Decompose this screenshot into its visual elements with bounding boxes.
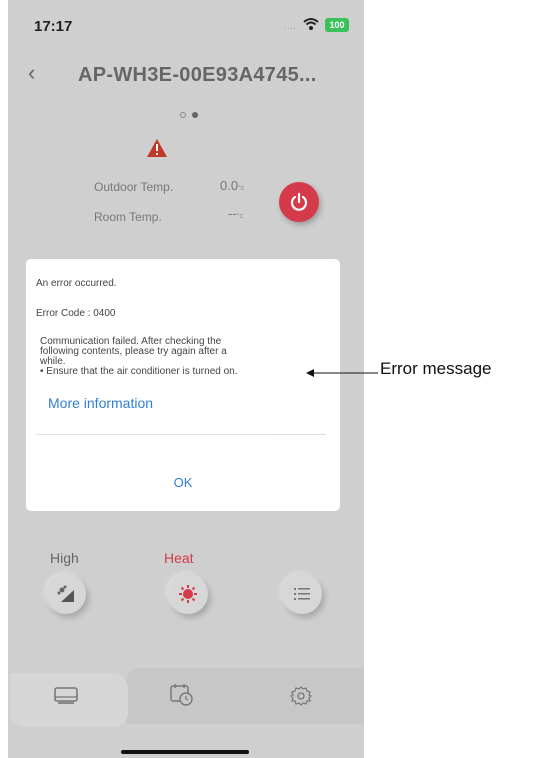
home-indicator[interactable] [121, 750, 249, 754]
signal-indicator: .... [284, 22, 297, 31]
error-code: Error Code : 0400 [36, 308, 116, 319]
page-indicator [180, 110, 210, 122]
status-bar: 17:17 .... 100 [8, 0, 364, 56]
heat-mode-button[interactable] [168, 574, 208, 614]
timer-tab-icon [170, 684, 193, 706]
battery-badge: 100 [325, 18, 349, 32]
outdoor-temp-label: Outdoor Temp. [94, 180, 174, 194]
power-icon [290, 192, 308, 211]
dialog-edge-line [270, 434, 326, 435]
mode-label: Heat [164, 550, 194, 566]
fan-speed-icon [57, 585, 74, 602]
device-title: AP-WH3E-00E93A4745... [78, 64, 317, 86]
outdoor-temp-number: 0.0 [220, 178, 239, 193]
room-temp-value: --°c [228, 206, 243, 221]
pager-dot-2[interactable] [192, 112, 198, 118]
callout-label: Error message [380, 359, 492, 378]
back-icon[interactable]: ‹ [28, 60, 35, 86]
home-tab-icon [54, 687, 78, 704]
wifi-icon [303, 18, 319, 30]
ok-button[interactable]: OK [26, 475, 340, 490]
fan-speed-label: High [50, 550, 79, 566]
room-temp-number: -- [228, 206, 237, 221]
error-message: Communication failed. After checking the… [40, 337, 328, 377]
status-time: 17:17 [34, 18, 73, 35]
error-message-line: • Ensure that the air conditioner is tur… [40, 366, 238, 377]
fan-speed-button[interactable] [46, 574, 86, 614]
heat-mode-icon [179, 585, 197, 603]
room-temp-unit: °c [236, 213, 243, 220]
outdoor-temp-value: 0.0°c [220, 178, 244, 193]
tab-settings[interactable] [276, 674, 326, 718]
dialog-title: An error occurred. [36, 278, 117, 289]
outdoor-temp-unit: °c [238, 185, 245, 192]
menu-list-icon [294, 588, 310, 600]
power-button[interactable] [279, 182, 319, 222]
menu-button[interactable] [282, 574, 322, 614]
warning-icon[interactable] [146, 138, 168, 158]
bottom-nav [8, 668, 364, 727]
room-temp-label: Room Temp. [94, 210, 162, 224]
error-dialog: An error occurred. Error Code : 0400 Com… [26, 259, 340, 511]
error-message-line: following contents, please try again aft… [40, 346, 227, 357]
callout-arrow [306, 369, 378, 377]
more-information-link[interactable]: More information [48, 395, 153, 411]
pager-dot-1[interactable] [180, 112, 186, 118]
settings-tab-icon [290, 686, 312, 706]
tab-timer[interactable] [158, 674, 208, 718]
